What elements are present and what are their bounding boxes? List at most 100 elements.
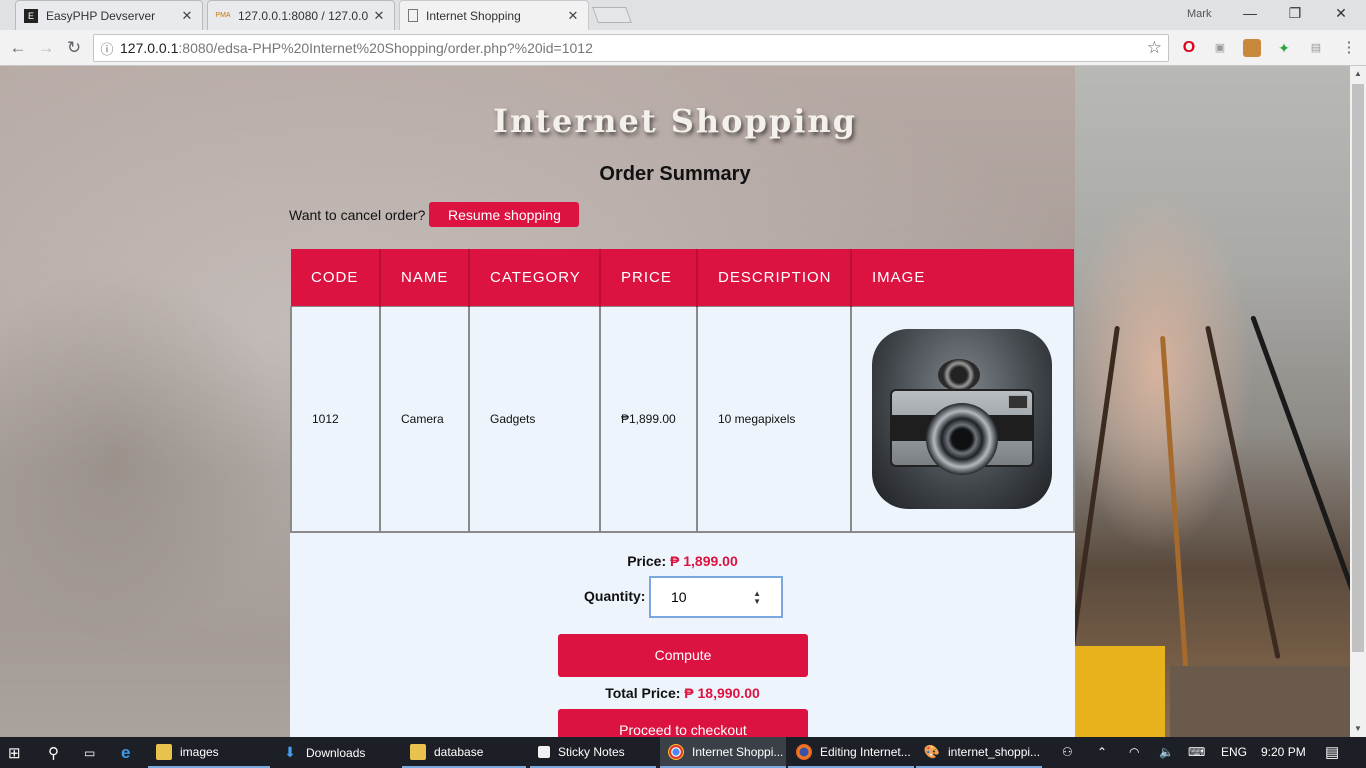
resume-shopping-button[interactable]: Resume shopping [429, 202, 580, 227]
tab-phpmyadmin[interactable]: PMA 127.0.0.1:8080 / 127.0.0.1 ✕ [207, 0, 395, 30]
search-icon[interactable]: ⚲ [40, 737, 74, 768]
input-method-icon[interactable]: ⌨ [1188, 737, 1205, 768]
checkout-button[interactable]: Proceed to checkout [558, 709, 808, 737]
table-header-row: CODE NAME CATEGORY PRICE DESCRIPTION IMA… [291, 249, 1074, 306]
order-summary-panel: Price: ₱ 1,899.00 Quantity: 10 ▲ ▼ Comput… [290, 533, 1075, 737]
tab-title: Internet Shopping [426, 8, 521, 23]
extension-icon[interactable]: ▣ [1211, 39, 1229, 57]
column-header: NAME [380, 249, 470, 306]
taskbar-label: Internet Shoppi... [692, 744, 784, 759]
scrollbar-thumb[interactable] [1352, 84, 1364, 652]
tab-internet-shopping[interactable]: Internet Shopping ✕ [399, 0, 589, 30]
volume-icon[interactable]: 🔈 [1159, 737, 1174, 768]
cell-name: Camera [379, 305, 470, 533]
cell-image [850, 305, 1075, 533]
total-value: ₱ 18,990.00 [684, 685, 760, 701]
forward-icon[interactable]: → [34, 36, 58, 60]
total-line: Total Price: ₱ 18,990.00 [290, 685, 1075, 701]
shopping-bag [1075, 646, 1165, 737]
cell-description: 10 megapixels [696, 305, 852, 533]
clock[interactable]: 9:20 PM [1261, 737, 1306, 768]
url-path: :8080/edsa-PHP%20Internet%20Shopping/ord… [178, 40, 593, 56]
show-hidden-icons[interactable]: ⌃ [1097, 737, 1107, 768]
taskbar-item-paint[interactable]: 🎨 internet_shoppi... [916, 737, 1042, 768]
extension-face-icon[interactable] [1243, 39, 1261, 57]
taskbar-item-chrome[interactable]: Internet Shoppi... [660, 737, 786, 768]
restore-icon[interactable]: ❐ [1285, 5, 1305, 25]
easyphp-icon: E [24, 8, 38, 23]
quantity-label: Quantity: [584, 588, 646, 604]
taskbar-label: database [434, 744, 484, 759]
window-close-icon[interactable]: ✕ [1331, 5, 1351, 25]
profile-name[interactable]: Mark [1187, 8, 1211, 20]
shopping-bag [1170, 666, 1350, 737]
task-view-icon[interactable]: ▭ [76, 737, 110, 768]
new-tab-button[interactable] [592, 7, 632, 23]
sticky-notes-icon [538, 745, 550, 758]
extension-grey-icon[interactable]: ▤ [1307, 39, 1325, 57]
order-table: CODE NAME CATEGORY PRICE DESCRIPTION IMA… [290, 249, 1075, 533]
windows-start-icon[interactable]: ⊞ [0, 737, 38, 768]
cancel-row: Want to cancel order? Resume shopping [289, 202, 580, 227]
column-header: PRICE [600, 249, 698, 306]
cancel-prompt: Want to cancel order? [289, 206, 426, 223]
back-icon[interactable]: ← [6, 36, 30, 60]
taskbar-item-sticky-notes[interactable]: Sticky Notes [530, 737, 656, 768]
price-label: Price: [627, 553, 667, 569]
edge-icon[interactable]: e [113, 737, 145, 768]
taskbar-item-firefox[interactable]: Editing Internet... [788, 737, 914, 768]
compute-button[interactable]: Compute [558, 634, 808, 677]
cell-category: Gadgets [468, 305, 601, 533]
action-center-icon[interactable]: ▤ [1325, 737, 1339, 768]
phpmyadmin-icon: PMA [215, 12, 231, 19]
close-icon[interactable]: ✕ [180, 8, 194, 24]
column-header: IMAGE [851, 249, 1074, 306]
tab-title: EasyPHP Devserver [46, 8, 156, 23]
info-icon[interactable]: ⓘ [94, 39, 120, 58]
url-host: 127.0.0.1 [120, 40, 179, 56]
taskbar-item-downloads[interactable]: ⬇ Downloads [274, 737, 400, 768]
tab-easyphp[interactable]: E EasyPHP Devserver ✕ [15, 0, 203, 30]
folder-icon [410, 743, 426, 760]
page-scrollbar[interactable]: ▲ ▼ [1350, 66, 1366, 737]
page-viewport: Internet Shopping Order Summary Want to … [0, 66, 1350, 737]
total-label: Total Price: [605, 685, 681, 701]
quantity-stepper[interactable]: 10 ▲ ▼ [649, 576, 783, 618]
taskbar-label: Sticky Notes [558, 744, 625, 759]
scroll-up-icon[interactable]: ▲ [1350, 66, 1366, 82]
address-bar[interactable]: ⓘ 127.0.0.1:8080/edsa-PHP%20Internet%20S… [93, 34, 1169, 62]
bookmark-star-icon[interactable]: ☆ [1147, 38, 1162, 58]
page-icon [408, 9, 418, 22]
wifi-icon[interactable]: ◠ [1129, 737, 1139, 768]
quantity-value: 10 [671, 589, 687, 605]
spinner-icon[interactable]: ▲ ▼ [753, 590, 761, 606]
language-indicator[interactable]: ENG [1221, 737, 1247, 768]
extension-green-icon[interactable]: ✦ [1275, 39, 1293, 57]
reload-icon[interactable]: ↻ [62, 36, 86, 60]
scroll-down-icon[interactable]: ▼ [1350, 721, 1366, 737]
taskbar-item-images[interactable]: images [148, 737, 270, 768]
taskbar: ⊞ ⚲ ▭ e images ⬇ Downloads database Stic… [0, 737, 1366, 768]
background-blur [0, 266, 290, 646]
product-image-camera [872, 328, 1052, 509]
close-icon[interactable]: ✕ [372, 8, 386, 24]
taskbar-label: Downloads [306, 745, 366, 760]
column-header: CODE [291, 249, 381, 306]
close-icon[interactable]: ✕ [566, 8, 580, 24]
menu-icon[interactable]: ⋮ [1340, 39, 1358, 57]
tab-title: 127.0.0.1:8080 / 127.0.0.1 [238, 8, 368, 23]
price-value: ₱ 1,899.00 [670, 553, 738, 569]
column-header: CATEGORY [469, 249, 601, 306]
site-title: Internet Shopping [492, 102, 858, 140]
opera-icon[interactable]: O [1180, 39, 1198, 57]
firefox-icon [796, 743, 812, 760]
taskbar-item-database[interactable]: database [402, 737, 526, 768]
column-header: DESCRIPTION [697, 249, 852, 306]
cell-code: 1012 [290, 305, 381, 533]
taskbar-label: internet_shoppi... [948, 744, 1041, 759]
tab-strip: E EasyPHP Devserver ✕ PMA 127.0.0.1:8080… [0, 0, 1366, 30]
minimize-icon[interactable]: — [1240, 5, 1260, 25]
people-icon[interactable]: ⚇ [1062, 737, 1073, 768]
table-row: 1012 Camera Gadgets ₱1,899.00 10 megapix… [290, 305, 1075, 533]
taskbar-label: Editing Internet... [820, 744, 911, 759]
